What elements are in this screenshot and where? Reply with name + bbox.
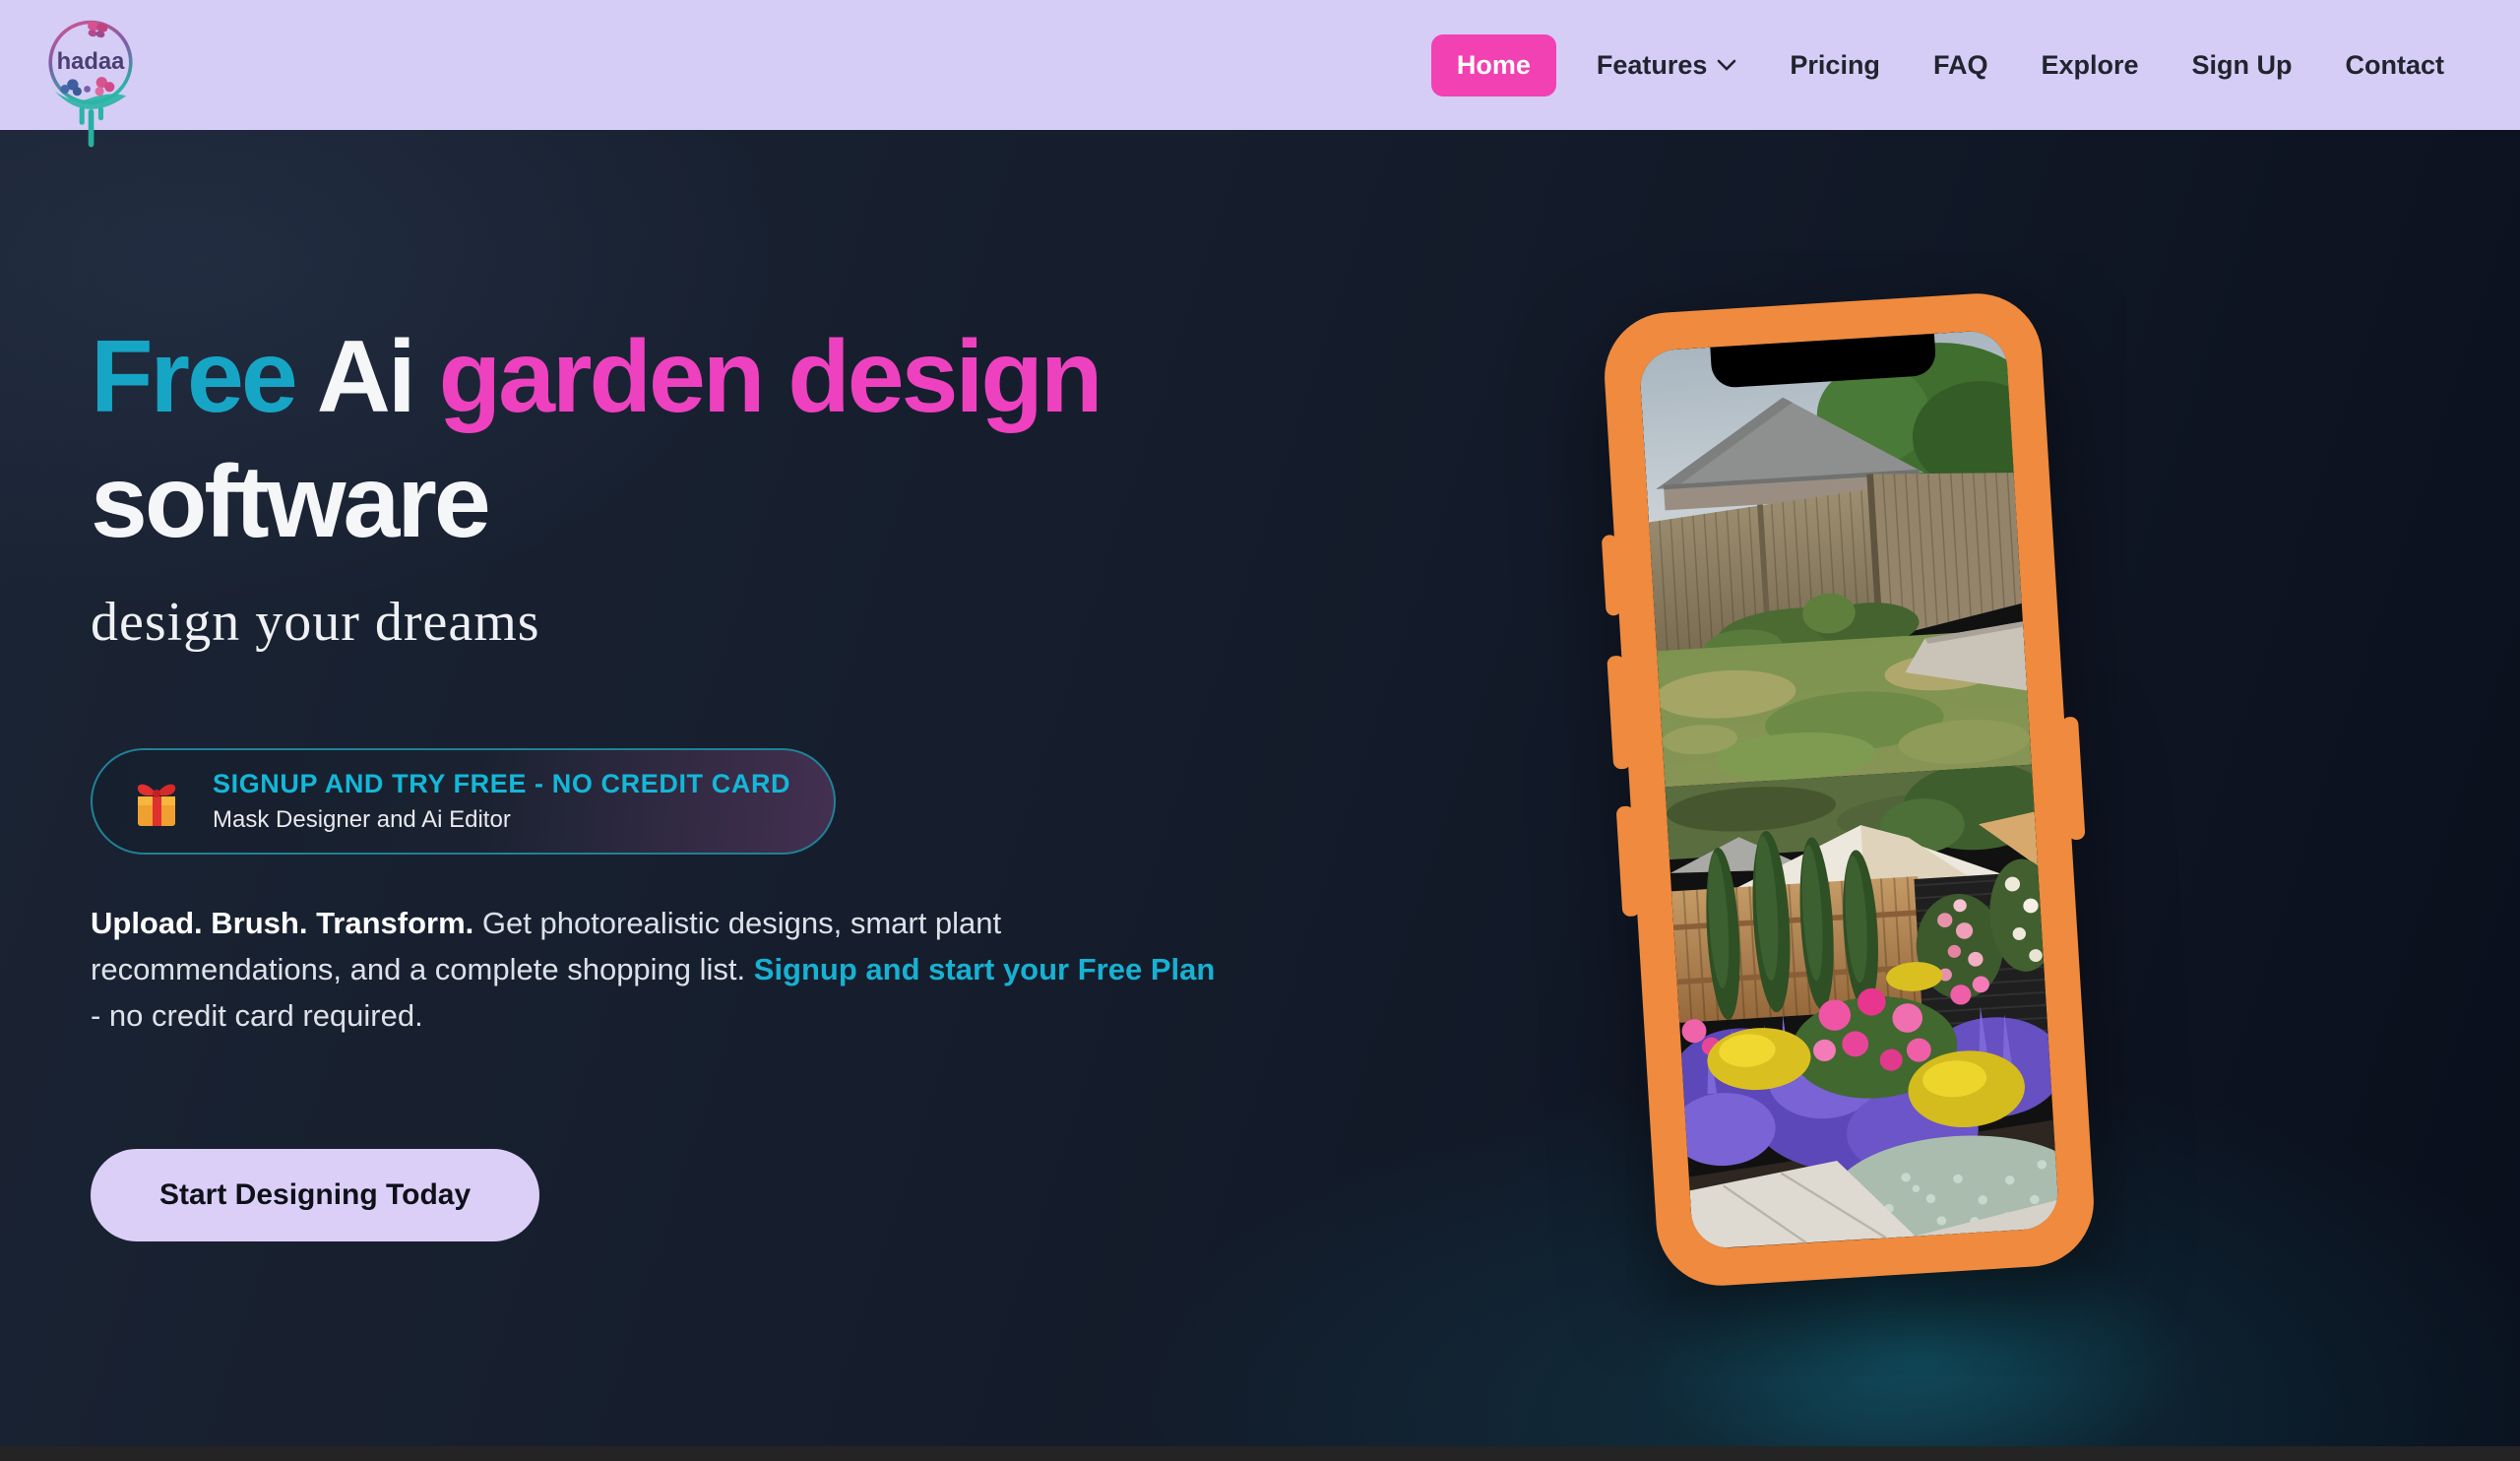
start-designing-button[interactable]: Start Designing Today (91, 1149, 539, 1241)
next-section-edge (0, 1446, 2520, 1461)
chevron-down-icon (1717, 59, 1736, 71)
page-title: Free Ai garden design software (91, 315, 1252, 565)
hero-description: Upload. Brush. Transform. Get photoreali… (91, 900, 1223, 1039)
phone-screen (1638, 329, 2059, 1249)
nav-item-features-label: Features (1597, 50, 1708, 81)
nav-item-signup[interactable]: Sign Up (2166, 34, 2319, 96)
promo-text: SIGNUP AND TRY FREE - NO CREDIT CARD Mas… (213, 769, 790, 834)
nav-item-contact[interactable]: Contact (2319, 34, 2472, 96)
title-software: software (91, 445, 488, 559)
hero-copy: Free Ai garden design software design yo… (91, 315, 1252, 1241)
promo-subtitle: Mask Designer and Ai Editor (213, 806, 790, 834)
phone-mockup (1601, 289, 2098, 1289)
after-photo (1666, 765, 2060, 1250)
promo-title: SIGNUP AND TRY FREE - NO CREDIT CARD (213, 769, 790, 799)
title-garden-design: garden design (439, 320, 1101, 434)
navbar: hadaa Home Features Pricing FAQ Explore … (0, 0, 2520, 130)
before-photo (1638, 329, 2031, 787)
nav-item-features[interactable]: Features (1570, 34, 1764, 96)
phone-volume-down-button (1616, 805, 1641, 917)
desc-suffix: - no credit card required. (91, 998, 423, 1033)
free-plan-link[interactable]: Signup and start your Free Plan (754, 952, 1216, 986)
promo-badge[interactable]: SIGNUP AND TRY FREE - NO CREDIT CARD Mas… (91, 748, 836, 855)
phone-mute-switch (1602, 535, 1622, 616)
phone-volume-up-button (1606, 656, 1631, 770)
svg-text:hadaa: hadaa (57, 48, 126, 75)
title-free: Free (91, 320, 295, 434)
nav-item-explore[interactable]: Explore (2014, 34, 2165, 96)
nav-item-home[interactable]: Home (1431, 34, 1556, 96)
gift-icon (126, 771, 187, 832)
hero-section: Free Ai garden design software design yo… (0, 130, 2520, 1446)
nav-item-pricing[interactable]: Pricing (1763, 34, 1907, 96)
hadaa-logo-icon: hadaa (32, 18, 150, 185)
desc-bold: Upload. Brush. Transform. (91, 906, 473, 940)
phone-power-button (2061, 717, 2086, 841)
nav-item-faq[interactable]: FAQ (1907, 34, 2015, 96)
hero-tagline: design your dreams (91, 591, 1252, 654)
brand-logo[interactable]: hadaa (32, 18, 150, 185)
main-nav: Home Features Pricing FAQ Explore Sign U… (1431, 34, 2520, 96)
title-ai: Ai (295, 320, 439, 434)
